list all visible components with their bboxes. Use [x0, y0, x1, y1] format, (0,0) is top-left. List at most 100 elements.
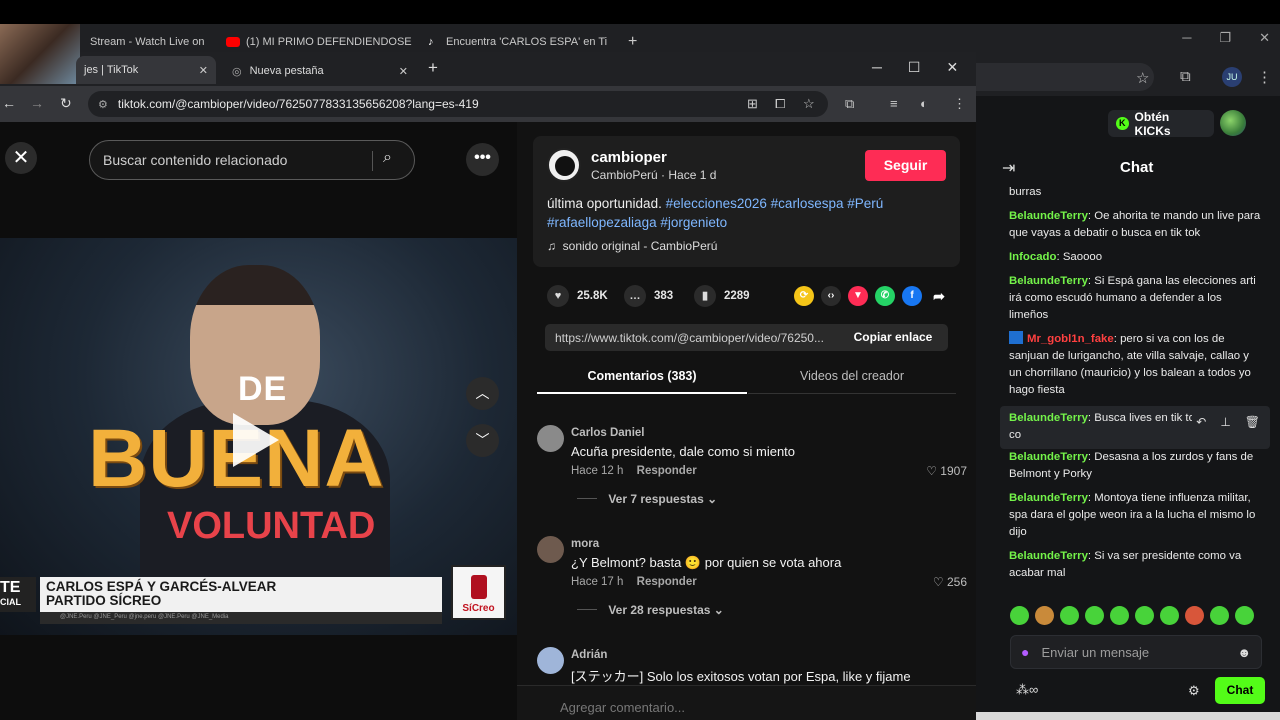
close-video-button[interactable]: ✕ [5, 142, 37, 174]
restore-icon[interactable]: ❐ [1219, 30, 1231, 46]
tab-comments[interactable]: Comentarios (383) [537, 369, 747, 394]
chat-message-input[interactable]: ● Enviar un mensaje ☻ [1010, 635, 1262, 669]
back-address-bar[interactable] [976, 63, 1154, 91]
emote-icon[interactable] [1035, 606, 1054, 625]
gear-icon[interactable]: ⚙ [1188, 683, 1200, 699]
more-options-button[interactable]: ••• [466, 143, 499, 176]
minimize-icon[interactable]: ─ [872, 59, 882, 76]
profile-avatar[interactable]: JU [1222, 67, 1242, 87]
address-bar[interactable]: ⚙ tiktok.com/@cambioper/video/7625077833… [88, 91, 828, 117]
view-replies-button[interactable]: Ver 28 respuestas ⌄ [577, 603, 723, 617]
emote-icon[interactable] [1185, 606, 1204, 625]
close-icon[interactable]: ✕ [199, 64, 208, 77]
front-tab-new[interactable]: ◎ Nueva pestaña ✕ [224, 58, 416, 84]
translate-icon[interactable]: ⊞ [747, 96, 758, 112]
send-to-friends-icon[interactable]: ▼ [848, 286, 868, 306]
search-icon[interactable]: ⌕ [383, 149, 392, 167]
share-icon[interactable]: ➦ [929, 286, 949, 306]
tab-creator-videos[interactable]: Videos del creador [748, 369, 956, 394]
reply-button[interactable]: Responder [637, 465, 697, 477]
back-arrow-icon[interactable]: ← [2, 95, 16, 111]
menu-icon[interactable]: ⋮ [953, 96, 966, 112]
comment-like-button[interactable]: ♡ 1907 [926, 464, 967, 478]
star-icon[interactable]: ☆ [803, 96, 815, 112]
close-icon[interactable]: ✕ [1259, 30, 1270, 46]
delete-icon[interactable]: 🗑 [1245, 414, 1260, 431]
save-button[interactable]: ▮ 2289 [694, 285, 750, 307]
whatsapp-icon[interactable]: ✆ [875, 286, 895, 306]
comment-like-button[interactable]: ♡ 256 [933, 575, 967, 589]
chat-username[interactable]: Mr_gobl1n_fake [1027, 333, 1114, 345]
forward-arrow-icon[interactable]: → [30, 95, 44, 111]
emote-icon[interactable] [1235, 606, 1254, 625]
chat-username[interactable]: BelaundeTerry [1009, 550, 1088, 562]
chat-username[interactable]: Infocado [1009, 251, 1056, 263]
profile-icon[interactable]: ◐ [920, 96, 928, 111]
view-replies-button[interactable]: Ver 7 respuestas ⌄ [577, 492, 717, 506]
close-icon[interactable]: ✕ [946, 59, 958, 76]
reload-icon[interactable]: ↻ [60, 95, 72, 112]
user-avatar[interactable] [1220, 110, 1246, 136]
like-button[interactable]: ♥ 25.8K [547, 285, 608, 307]
channel-points-icon[interactable]: ⁂∞ [1016, 682, 1038, 698]
embed-icon[interactable]: ‹› [821, 286, 841, 306]
emote-icon[interactable] [1160, 606, 1179, 625]
sound-link[interactable]: ♫ sonido original - CambioPerú [547, 239, 717, 253]
chat-send-button[interactable]: Chat [1215, 677, 1265, 704]
follow-button[interactable]: Seguir [865, 150, 946, 181]
new-tab-button[interactable]: + [428, 58, 438, 78]
chat-username[interactable]: BelaundeTerry [1009, 210, 1088, 222]
microphone-icon[interactable]: ● [1021, 644, 1029, 660]
facebook-icon[interactable]: f [902, 286, 922, 306]
commenter-avatar[interactable] [537, 536, 564, 563]
play-icon[interactable] [233, 413, 279, 467]
menu-icon[interactable]: ⋮ [1257, 68, 1272, 86]
chat-message-hovered[interactable]: BelaundeTerry: Busca lives en tik tok o … [1000, 406, 1270, 449]
minimize-icon[interactable]: ─ [1182, 30, 1191, 46]
star-icon[interactable]: ☆ [1136, 69, 1149, 87]
reply-button[interactable]: Responder [637, 576, 697, 588]
extensions-icon[interactable]: ⧉ [1180, 68, 1191, 85]
related-search-input[interactable]: Buscar contenido relacionado ⌕ [89, 140, 415, 180]
media-control-icon[interactable]: ≡ [890, 96, 898, 111]
pin-icon[interactable]: ⊥ [1220, 414, 1230, 431]
maximize-icon[interactable]: ☐ [908, 59, 921, 76]
commenter-name[interactable]: mora [571, 538, 599, 550]
emote-icon[interactable] [1085, 606, 1104, 625]
front-tab-tiktok[interactable]: jes | TikTok ✕ [76, 56, 216, 84]
emote-icon[interactable] [1210, 606, 1229, 625]
emote-icon[interactable] [1060, 606, 1079, 625]
previous-video-button[interactable]: ︿ [466, 377, 499, 410]
get-kicks-button[interactable]: K Obtén KICKs [1108, 110, 1214, 138]
extensions-icon[interactable]: ⧉ [845, 96, 854, 112]
emote-icon[interactable] [1110, 606, 1129, 625]
video-link-field[interactable]: https://www.tiktok.com/@cambioper/video/… [545, 324, 948, 351]
close-icon[interactable]: ✕ [607, 34, 614, 50]
chat-username[interactable]: BelaundeTerry [1009, 275, 1088, 287]
creator-avatar[interactable] [547, 148, 581, 182]
copy-link-button[interactable]: Copiar enlace [838, 324, 948, 351]
commenter-name[interactable]: Carlos Daniel [571, 427, 645, 439]
emote-icon[interactable] [1010, 606, 1029, 625]
commenter-avatar[interactable] [537, 425, 564, 452]
commenter-name[interactable]: Adrián [571, 649, 607, 661]
close-icon[interactable]: ✕ [399, 65, 408, 78]
install-app-icon[interactable]: ⧠ [775, 96, 785, 112]
emoji-icon[interactable]: ☻ [1237, 645, 1251, 660]
chat-username[interactable]: BelaundeTerry [1009, 492, 1088, 504]
chat-message-list[interactable]: burras BelaundeTerry: Oe ahorita te mand… [1000, 184, 1270, 599]
commenter-avatar[interactable] [537, 647, 564, 674]
close-icon[interactable]: ✕ [205, 34, 210, 50]
chat-username[interactable]: BelaundeTerry [1009, 451, 1088, 463]
comment-button[interactable]: … 383 [624, 285, 673, 307]
chat-username[interactable]: BelaundeTerry [1009, 412, 1088, 424]
collapse-chat-icon[interactable]: ⇥ [1002, 158, 1015, 178]
creator-username[interactable]: cambioper [591, 149, 667, 166]
reply-icon[interactable]: ↶ [1196, 414, 1206, 431]
site-info-icon[interactable]: ⚙ [98, 98, 108, 111]
hashtags[interactable]: #rafaellopezaliaga #jorgenieto [547, 215, 727, 230]
emote-icon[interactable] [1135, 606, 1154, 625]
repost-icon[interactable]: ⟳ [794, 286, 814, 306]
next-video-button[interactable]: ﹀ [466, 424, 499, 457]
hashtags[interactable]: #elecciones2026 #carlosespa #Perú [666, 196, 884, 211]
